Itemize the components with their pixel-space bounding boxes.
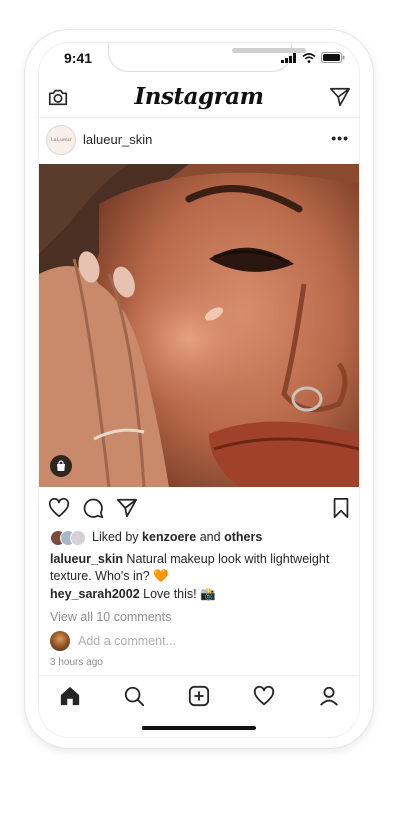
home-indicator[interactable] [142,726,256,730]
bookmark-icon[interactable] [330,497,352,519]
direct-send-icon[interactable] [329,86,351,108]
post-header: LaLueur lalueur_skin ••• [39,118,359,162]
caption-username[interactable]: lalueur_skin [50,552,123,566]
liked-by-avatars [50,530,86,546]
post-username[interactable]: lalueur_skin [83,132,152,147]
liked-and: and [199,530,221,544]
activity-heart-icon[interactable] [253,685,275,707]
post-timestamp: 3 hours ago [50,657,103,668]
new-post-icon[interactable] [188,685,210,707]
view-all-comments-link[interactable]: View all 10 comments [50,610,171,624]
shopping-bag-icon [57,460,65,471]
signal-icon [281,52,296,63]
home-icon[interactable] [59,685,81,707]
post-avatar[interactable]: LaLueur [46,125,76,155]
current-user-avatar [50,631,70,651]
post-photo [39,164,359,487]
liked-by[interactable]: Liked by kenzoere and others [50,530,262,546]
add-comment-row[interactable]: Add a comment... [50,630,176,652]
add-comment-input[interactable]: Add a comment... [78,634,176,648]
like-heart-icon[interactable] [48,497,70,519]
post-actions [39,495,359,523]
avatar-text: LaLueur [50,137,72,143]
search-icon[interactable] [123,685,145,707]
status-icons [281,52,345,63]
shopping-bag-button[interactable] [50,455,72,477]
top-bar: Instagram [39,77,359,118]
comment-icon[interactable] [82,497,104,519]
post-image[interactable] [39,164,359,487]
comment: hey_sarah2002 Love this! 📸 [50,587,216,602]
battery-icon [321,52,345,63]
bottom-tab-bar [39,675,359,718]
wifi-icon [302,52,316,63]
phone-screen: 9:41 Instagram LaLueur lalueur_skin ••• … [39,43,359,737]
instagram-logo[interactable]: Instagram [39,83,359,110]
comment-username[interactable]: hey_sarah2002 [50,587,140,601]
share-icon[interactable] [116,497,138,519]
profile-icon[interactable] [318,685,340,707]
liked-prefix: Liked by [92,530,139,544]
notch [108,43,306,72]
liked-others[interactable]: others [224,530,262,544]
more-options-button[interactable]: ••• [331,130,349,146]
liker-avatar [70,530,86,546]
status-time: 9:41 [64,50,93,66]
post-caption: lalueur_skin Natural makeup look with li… [50,551,350,585]
liked-user[interactable]: kenzoere [142,530,196,544]
comment-text: Love this! 📸 [139,587,216,601]
